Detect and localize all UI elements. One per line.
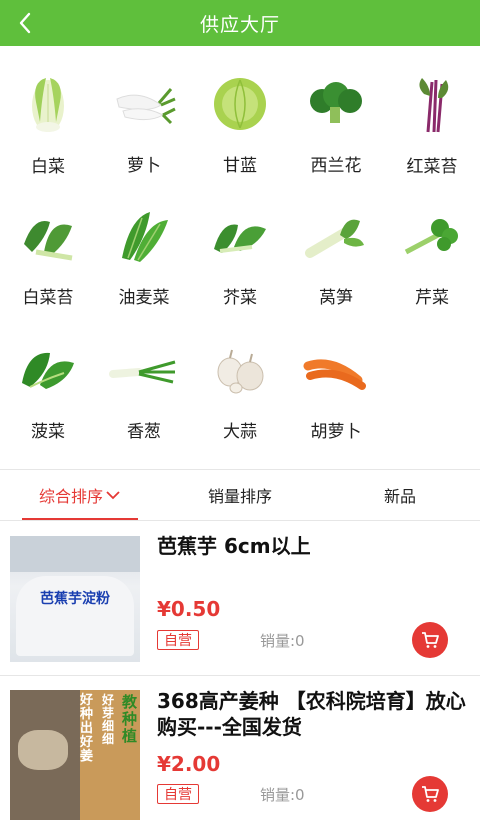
mustard-greens-icon [200,204,280,267]
category-item-ganlan[interactable]: 甘蓝 [192,46,288,176]
product-image-caption: 教种植 [122,693,138,745]
product-name: 芭蕉芋 6cm以上 [157,534,311,558]
tab-composite-sort[interactable]: 综合排序 [0,470,160,520]
category-item-luobo[interactable]: 萝卜 [96,46,192,176]
back-arrow-icon [19,12,31,34]
category-name: 菠菜 [31,422,65,442]
category-item-huluobo[interactable]: 胡萝卜 [288,312,384,442]
category-name: 香葱 [127,422,161,442]
category-item-hongcaitai[interactable]: 红菜苔 [384,46,480,177]
category-item-baicai[interactable]: 白菜 [0,46,96,177]
celtuce-icon [296,204,376,267]
product-image: 好种出好姜 教种植 好芽细细 [10,690,140,820]
category-name: 西兰花 [310,156,362,176]
sales-count: 销量:0 [260,786,305,804]
back-button[interactable] [10,8,40,38]
red-cabbage-stem-icon [392,72,472,136]
product-image-caption: 好种出好姜 [80,693,94,764]
carrot-icon [296,338,376,401]
self-operated-badge: 自营 [157,630,199,650]
product-image-caption: 芭蕉芋淀粉 [40,591,110,607]
category-name: 红菜苔 [406,157,458,177]
category-name: 芥菜 [223,288,257,308]
tab-label: 新品 [383,487,416,506]
category-name: 白菜苔 [22,288,74,308]
sales-count: 销量:0 [260,632,305,650]
category-item-youmaicai[interactable]: 油麦菜 [96,178,192,308]
product-name: 368高产姜种 【农科院培育】放心购买---全国发货 [157,689,466,739]
category-item-xiangcong[interactable]: 香葱 [96,312,192,442]
self-operated-badge: 自营 [157,784,199,804]
category-name: 芹菜 [415,288,449,308]
cart-icon [422,632,439,648]
category-grid: 白菜 萝卜 甘蓝 西兰花 红菜苔 白菜苔 油麦菜 芥菜 莴笋 芹菜 菠菜 香葱 … [0,46,480,468]
category-item-bocai[interactable]: 菠菜 [0,312,96,442]
product-image: 芭蕉芋淀粉 [10,536,140,662]
celery-icon [392,204,472,267]
category-item-jiecai[interactable]: 芥菜 [192,178,288,308]
category-name: 甘蓝 [223,156,257,176]
product-price: ¥2.00 [157,752,221,776]
category-item-baicaitai[interactable]: 白菜苔 [0,178,96,308]
garlic-icon [200,338,280,401]
bok-choy-stem-icon [8,204,88,267]
add-to-cart-button[interactable] [412,622,448,658]
page-title: 供应大厅 [199,13,280,36]
category-name: 胡萝卜 [310,422,362,442]
category-item-qincai[interactable]: 芹菜 [384,178,480,308]
product-card[interactable]: 芭蕉芋淀粉 芭蕉芋 6cm以上 ¥0.50 自营 销量:0 [0,521,480,675]
category-name: 油麦菜 [118,288,170,308]
category-name: 莴笋 [319,288,353,308]
napa-cabbage-icon [8,72,88,136]
scallion-icon [104,338,184,401]
cart-icon [422,786,439,802]
sort-bar: 综合排序 销量排序 新品 [0,470,480,520]
product-price: ¥0.50 [157,597,221,621]
broccoli-icon [296,72,376,135]
category-item-wosun[interactable]: 莴笋 [288,178,384,308]
tab-sales-sort[interactable]: 销量排序 [160,470,320,520]
add-to-cart-button[interactable] [412,776,448,812]
tab-label: 销量排序 [207,487,272,506]
category-item-xilanhua[interactable]: 西兰花 [288,46,384,176]
category-item-dasuan[interactable]: 大蒜 [192,312,288,442]
category-name: 白菜 [31,157,65,177]
chevron-down-icon [106,491,120,500]
lettuce-leaf-icon [104,204,184,267]
spinach-icon [8,338,88,401]
tab-new-products[interactable]: 新品 [320,470,480,520]
category-name: 萝卜 [127,156,161,176]
top-app-bar: 供应大厅 [0,0,480,46]
category-name: 大蒜 [223,422,257,442]
tab-label: 综合排序 [38,487,103,506]
radish-icon [104,72,184,135]
cabbage-icon [200,72,280,135]
product-image-caption: 好芽细细 [102,693,115,746]
product-card[interactable]: 好种出好姜 教种植 好芽细细 368高产姜种 【农科院培育】放心购买---全国发… [0,676,480,820]
